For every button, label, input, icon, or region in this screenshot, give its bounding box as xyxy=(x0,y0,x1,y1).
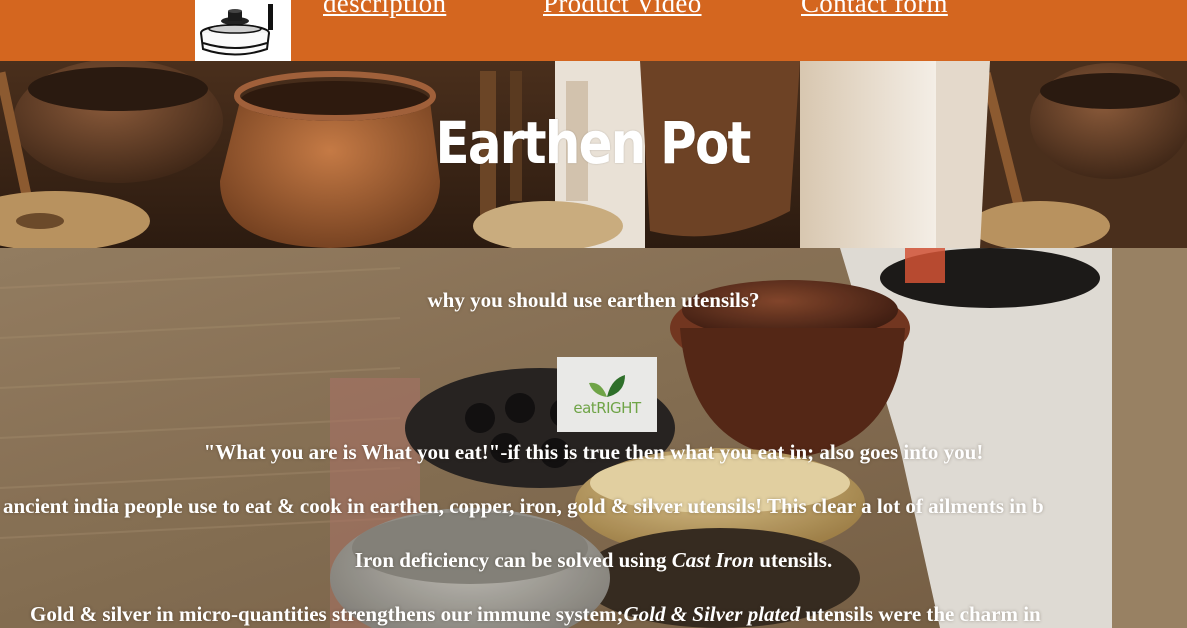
gold-silver-text: Gold & silver in micro-quantities streng… xyxy=(30,601,1041,627)
hero-banner: Earthen Pot xyxy=(0,61,1187,248)
page-title: Earthen Pot xyxy=(435,109,752,177)
iron-text-emphasis: Cast Iron xyxy=(671,548,755,572)
eatright-label: eatRIGHT xyxy=(573,399,641,417)
gold-text-prefix: Gold & silver in micro-quantities streng… xyxy=(30,602,624,626)
nav-link-contact-form[interactable]: Contact form xyxy=(801,0,948,18)
earthen-pot-logo-icon[interactable] xyxy=(195,0,291,61)
iron-text-suffix: utensils. xyxy=(754,548,833,572)
iron-text-prefix: Iron deficiency can be solved using xyxy=(354,548,672,572)
gold-text-emphasis: Gold & Silver plated xyxy=(623,602,801,626)
nav-link-description[interactable]: description xyxy=(323,0,446,18)
gold-text-suffix: utensils were the charm in xyxy=(800,602,1041,626)
info-section: why you should use earthen utensils? eat… xyxy=(0,248,1187,628)
top-nav-bar: description Product Video Contact form xyxy=(0,0,1187,61)
eatright-badge: eatRIGHT xyxy=(557,357,657,432)
ancient-india-text: ancient india people use to eat & cook i… xyxy=(3,494,1044,518)
section-heading: why you should use earthen utensils? xyxy=(427,288,760,312)
iron-text: Iron deficiency can be solved using Cast… xyxy=(0,547,1187,573)
nav-link-product-video[interactable]: Product Video xyxy=(543,0,702,18)
quote-text: "What you are is What you eat!"-if this … xyxy=(203,440,984,464)
